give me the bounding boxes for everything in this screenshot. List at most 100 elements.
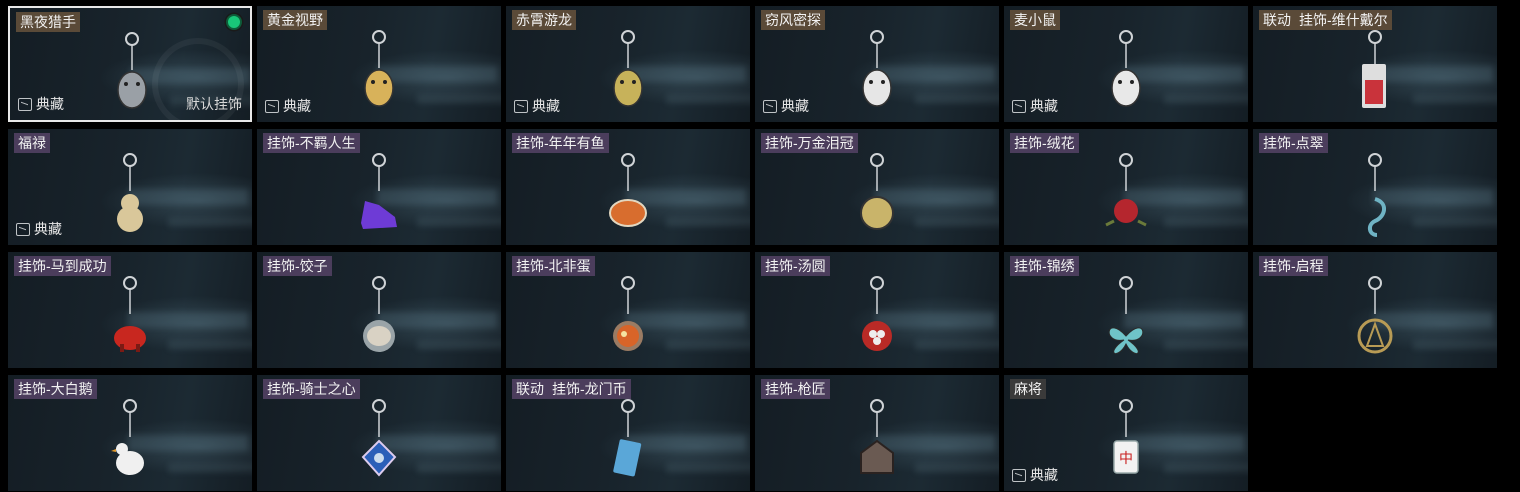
gourd-charm-icon xyxy=(117,153,143,232)
charm-card[interactable]: 挂饰-点翠 xyxy=(1253,129,1497,245)
charm-title: 麻将 xyxy=(1010,379,1046,399)
collection-badge: 典藏 xyxy=(16,219,62,239)
charm-card[interactable]: 联动 挂饰-维什戴尔 xyxy=(1253,6,1497,122)
charm-title: 黄金视野 xyxy=(263,10,327,30)
image-icon xyxy=(514,99,528,113)
image-icon xyxy=(1012,99,1026,113)
rose-charm-icon xyxy=(1105,153,1147,227)
charm-title-tag: 黑夜猎手 xyxy=(16,12,80,32)
charm-card[interactable]: 挂饰-枪匠 xyxy=(755,375,999,491)
charm-card[interactable]: 麦小鼠 典藏 xyxy=(1004,6,1248,122)
charm-title: 挂饰-汤圆 xyxy=(761,256,830,276)
charm-card[interactable]: 挂饰-北非蛋 xyxy=(506,252,750,368)
sneaker-charm-icon xyxy=(361,153,397,229)
cross-shield-charm-icon xyxy=(361,399,397,477)
charm-title-tag: 挂饰-汤圆 xyxy=(761,256,830,276)
collection-badge: 典藏 xyxy=(763,96,809,116)
coin-charm-icon xyxy=(860,153,894,230)
charm-title-tag: 挂饰-维什戴尔 xyxy=(1295,10,1392,30)
charm-card[interactable]: 挂饰-汤圆 xyxy=(755,252,999,368)
gray-creature-charm-icon xyxy=(117,32,147,109)
charm-card[interactable]: 挂饰-大白鹅 xyxy=(8,375,252,491)
charm-card[interactable]: 挂饰-饺子 xyxy=(257,252,501,368)
charm-title: 挂饰-绒花 xyxy=(1010,133,1079,153)
charm-title-tag: 挂饰-启程 xyxy=(1259,256,1328,276)
collection-label: 典藏 xyxy=(36,96,64,112)
charm-title: 联动 挂饰-维什戴尔 xyxy=(1259,10,1392,30)
charm-title-tag: 福禄 xyxy=(14,133,50,153)
charm-card[interactable]: 挂饰-万金泪冠 xyxy=(755,129,999,245)
phoenix-charm-icon xyxy=(1368,153,1386,237)
charm-title-tag: 挂饰-锦绣 xyxy=(1010,256,1079,276)
collection-label: 典藏 xyxy=(781,98,809,114)
charm-title-tag: 挂饰-绒花 xyxy=(1010,133,1079,153)
charm-title-tag: 挂饰-不羁人生 xyxy=(263,133,360,153)
image-icon xyxy=(1012,468,1026,482)
charm-card[interactable]: 黑夜猎手 典藏 默认挂饰 xyxy=(8,6,252,122)
image-icon xyxy=(18,97,32,111)
charm-title: 挂饰-锦绣 xyxy=(1010,256,1079,276)
collection-label: 典藏 xyxy=(532,98,560,114)
charm-card[interactable]: 挂饰-骑士之心 xyxy=(257,375,501,491)
charm-card[interactable]: 麻将 中 典藏 xyxy=(1004,375,1248,491)
charm-card[interactable]: 挂饰-锦绣 xyxy=(1004,252,1248,368)
charm-card[interactable]: 挂饰-绒花 xyxy=(1004,129,1248,245)
red-card-charm-icon xyxy=(1362,30,1386,108)
charm-title: 窃风密探 xyxy=(761,10,825,30)
collection-label: 典藏 xyxy=(1030,98,1058,114)
charm-title-tag: 挂饰-饺子 xyxy=(263,256,332,276)
charm-title: 麦小鼠 xyxy=(1010,10,1060,30)
charm-title: 福禄 xyxy=(14,133,50,153)
charm-title-tag: 挂饰-龙门币 xyxy=(548,379,631,399)
equipped-indicator-icon xyxy=(226,14,242,30)
charm-title: 挂饰-启程 xyxy=(1259,256,1328,276)
dumpling-charm-icon xyxy=(363,276,395,352)
charm-title: 挂饰-不羁人生 xyxy=(263,133,360,153)
charm-title: 联动 挂饰-龙门币 xyxy=(512,379,631,399)
charm-card[interactable]: 挂饰-年年有鱼 xyxy=(506,129,750,245)
charm-title-tag: 黄金视野 xyxy=(263,10,327,30)
charm-title: 挂饰-马到成功 xyxy=(14,256,111,276)
gold-creature-charm-icon xyxy=(364,30,394,107)
charm-title: 挂饰-北非蛋 xyxy=(512,256,595,276)
charm-title: 挂饰-骑士之心 xyxy=(263,379,360,399)
collection-badge: 典藏 xyxy=(265,96,311,116)
charm-grid: 黑夜猎手 典藏 默认挂饰 黄金视野 典藏 赤霄游龙 典藏 窃风密探 典藏 麦小鼠 典藏 联动… xyxy=(0,0,1520,492)
charm-title: 挂饰-枪匠 xyxy=(761,379,830,399)
mahjong-charm-icon: 中 xyxy=(1113,399,1139,474)
charm-card[interactable]: 黄金视野 典藏 xyxy=(257,6,501,122)
charm-card[interactable]: 赤霄游龙 典藏 xyxy=(506,6,750,122)
butterfly-charm-icon xyxy=(1108,276,1144,354)
charm-title-tag: 挂饰-骑士之心 xyxy=(263,379,360,399)
charm-title-tag: 挂饰-点翠 xyxy=(1259,133,1328,153)
charm-title-tag: 挂饰-万金泪冠 xyxy=(761,133,858,153)
collection-badge: 典藏 xyxy=(1012,465,1058,485)
charm-card[interactable]: 挂饰-启程 xyxy=(1253,252,1497,368)
charm-title-tag: 联动 xyxy=(512,379,548,399)
image-icon xyxy=(16,222,30,236)
charm-card[interactable]: 联动 挂饰-龙门币 xyxy=(506,375,750,491)
charm-title-tag: 麻将 xyxy=(1010,379,1046,399)
collection-label: 典藏 xyxy=(34,221,62,237)
card-charm-icon xyxy=(613,399,642,477)
charm-title: 挂饰-点翠 xyxy=(1259,133,1328,153)
charm-card[interactable]: 挂饰-不羁人生 xyxy=(257,129,501,245)
charm-title-tag: 挂饰-枪匠 xyxy=(761,379,830,399)
charm-title: 挂饰-万金泪冠 xyxy=(761,133,858,153)
charm-title: 黑夜猎手 xyxy=(16,12,80,32)
charm-title: 赤霄游龙 xyxy=(512,10,576,30)
dragon-charm-icon xyxy=(613,30,643,107)
charm-card[interactable]: 窃风密探 典藏 xyxy=(755,6,999,122)
fish-charm-icon xyxy=(609,153,647,227)
svg-text:中: 中 xyxy=(1119,451,1133,467)
horse-charm-icon xyxy=(114,276,146,352)
shakshuka-charm-icon xyxy=(613,276,643,351)
charm-title-tag: 挂饰-北非蛋 xyxy=(512,256,595,276)
charm-card[interactable]: 福禄 典藏 xyxy=(8,129,252,245)
collection-badge: 典藏 xyxy=(18,94,64,114)
charm-title-tag: 麦小鼠 xyxy=(1010,10,1060,30)
charm-card[interactable]: 挂饰-马到成功 xyxy=(8,252,252,368)
charm-title-tag: 赤霄游龙 xyxy=(512,10,576,30)
charm-title: 挂饰-年年有鱼 xyxy=(512,133,609,153)
image-icon xyxy=(265,99,279,113)
